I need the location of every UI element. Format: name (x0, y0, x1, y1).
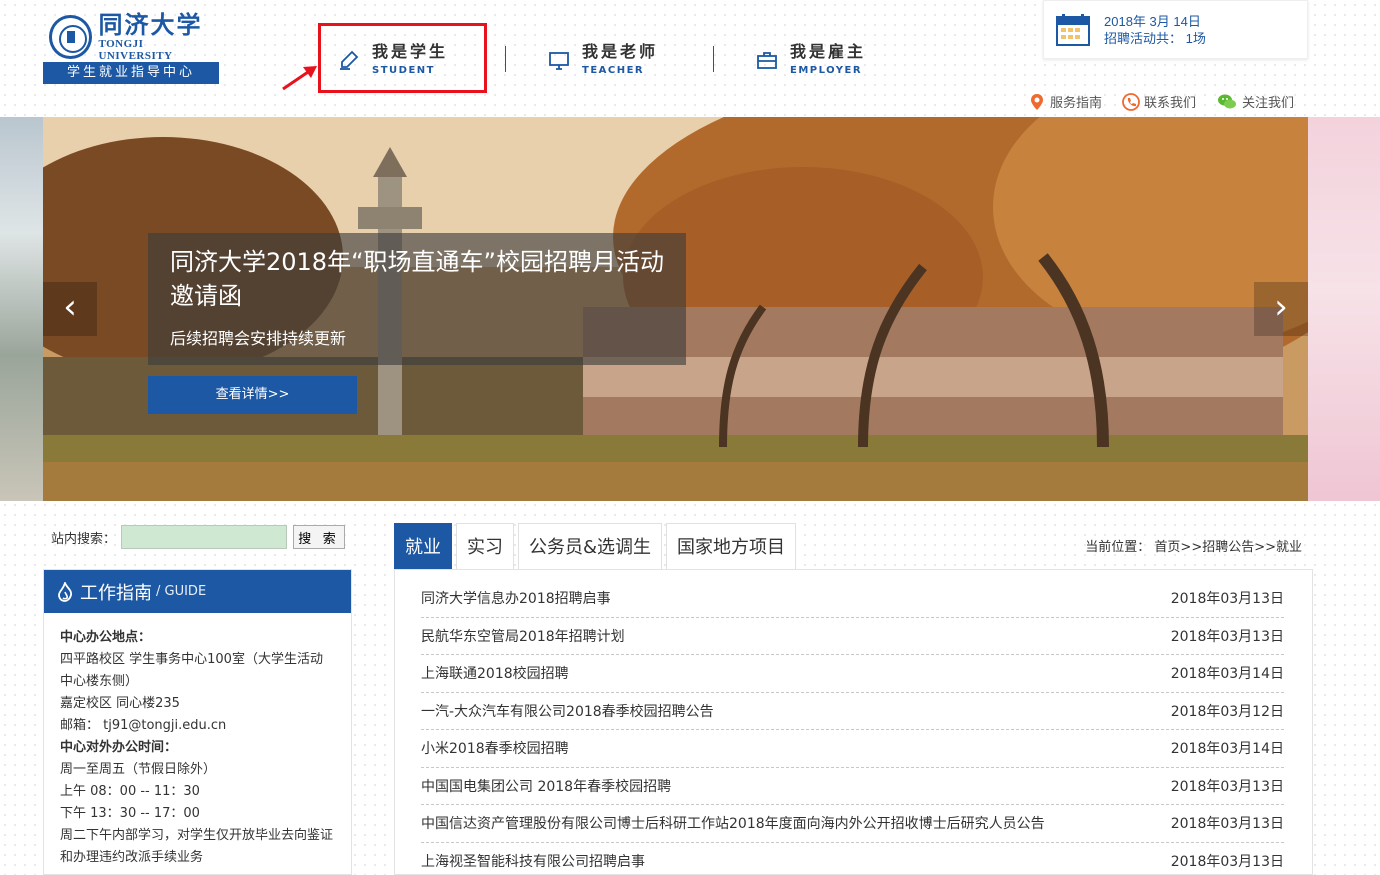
list-item-date: 2018年03月13日 (1170, 778, 1284, 795)
list-item[interactable]: 上海联通2018校园招聘 2018年03月14日 (421, 655, 1284, 693)
list-item[interactable]: 小米2018春季校园招聘 2018年03月14日 (421, 730, 1284, 768)
list-item-title[interactable]: 中国国电集团公司 2018年春季校园招聘 (421, 776, 671, 796)
list-item[interactable]: 中国国电集团公司 2018年春季校园招聘 2018年03月13日 (421, 768, 1284, 805)
list-item-date: 2018年03月12日 (1170, 703, 1284, 720)
tab-civil-service[interactable]: 公务员&选调生 (518, 523, 663, 570)
work-guide-panel: 工作指南 / GUIDE 中心办公地点： 四平路校区 学生事务中心100室（大学… (43, 569, 352, 875)
guide-line: 四平路校区 学生事务中心100室（大学生活动中心楼东侧） (60, 652, 323, 689)
logo-chinese-name: 同济大学 (98, 10, 203, 39)
site-search: 站内搜索： 搜 索 (43, 522, 352, 552)
follow-us-link[interactable]: 关注我们 (1216, 92, 1294, 111)
guide-title-en: / GUIDE (156, 584, 207, 599)
hero-banner: 同济大学2018年“职场直通车”校园招聘月活动邀请函 后续招聘会安排持续更新 查… (43, 117, 1308, 501)
logo-english-name: TONGJI UNIVERSITY (98, 38, 173, 62)
list-item-date: 2018年03月13日 (1170, 591, 1284, 608)
tab-national-projects[interactable]: 国家地方项目 (666, 523, 797, 570)
guide-line: 中心对外办公时间： (60, 740, 178, 755)
nav-employer-en: EMPLOYER (790, 65, 863, 76)
logo-subtitle: 学生就业指导中心 (43, 62, 219, 84)
university-seal-icon (49, 15, 93, 59)
banner-subtitle: 后续招聘会安排持续更新 (170, 329, 347, 348)
nav-teacher[interactable]: 我是老师 TEACHER (548, 40, 658, 80)
guide-line: 邮箱： tj91@tongji.edu.cn (60, 718, 227, 733)
list-item-title[interactable]: 民航华东空管局2018年招聘计划 (421, 626, 625, 646)
list-item-date: 2018年03月14日 (1170, 666, 1284, 683)
list-item-title[interactable]: 一汽-大众汽车有限公司2018春季校园招聘公告 (421, 701, 714, 721)
list-item-date: 2018年03月13日 (1170, 816, 1284, 833)
list-item-title[interactable]: 中国信达资产管理股份有限公司博士后科研工作站2018年度面向海内外公开招收博士后… (421, 813, 1045, 833)
calendar-icon (1056, 13, 1090, 46)
nav-divider (505, 46, 506, 72)
list-item-title[interactable]: 同济大学信息办2018招聘启事 (421, 588, 611, 608)
view-details-button[interactable]: 查看详情>> (148, 376, 357, 414)
list-item-title[interactable]: 小米2018春季校园招聘 (421, 738, 569, 758)
wechat-icon (1217, 94, 1236, 108)
flame-icon (58, 581, 73, 602)
list-item-date: 2018年03月13日 (1170, 628, 1284, 645)
list-item[interactable]: 一汽-大众汽车有限公司2018春季校园招聘公告 2018年03月12日 (421, 693, 1284, 730)
highlight-box (318, 23, 487, 93)
list-item[interactable]: 中国信达资产管理股份有限公司博士后科研工作站2018年度面向海内外公开招收博士后… (421, 805, 1284, 843)
banner-next-slide-peek (1308, 117, 1380, 501)
search-label: 站内搜索： (51, 531, 117, 547)
nav-teacher-label: 我是老师 (582, 42, 659, 61)
category-tabs: 就业 实习 公务员&选调生 国家地方项目 (394, 523, 800, 570)
location-pin-icon (1030, 93, 1043, 110)
guide-line: 嘉定校区 同心楼235 (60, 696, 180, 711)
banner-title[interactable]: 同济大学2018年“职场直通车”校园招聘月活动邀请函 (170, 245, 664, 313)
list-item-date: 2018年03月13日 (1170, 853, 1284, 870)
banner-next-arrow-icon[interactable]: › (1254, 282, 1308, 336)
activity-count: 招聘活动共： 1场 (1104, 30, 1206, 46)
guide-title: 工作指南 (80, 582, 152, 604)
contact-us-label: 联系我们 (1143, 96, 1196, 111)
breadcrumb: 当前位置： 首页>>招聘公告>>就业 (1085, 540, 1302, 555)
list-item[interactable]: 上海视圣智能科技有限公司招聘启事 2018年03月13日 (421, 843, 1284, 875)
list-item-title[interactable]: 上海视圣智能科技有限公司招聘启事 (421, 851, 645, 871)
site-logo[interactable]: 同济大学 TONGJI UNIVERSITY 学生就业指导中心 (43, 10, 219, 84)
guide-line: 周一至周五（节假日除外） (60, 762, 217, 777)
list-item[interactable]: 同济大学信息办2018招聘启事 2018年03月13日 (421, 580, 1284, 618)
guide-line: 下午 13：30 -- 17：00 (60, 806, 200, 821)
briefcase-icon (757, 52, 777, 69)
annotation-arrow-icon (282, 66, 317, 91)
current-date: 2018年 3月 14日 (1104, 13, 1201, 29)
service-links: 服务指南 联系我们 关注我们 (1008, 92, 1294, 111)
phone-icon (1122, 92, 1140, 111)
search-button[interactable]: 搜 索 (293, 525, 345, 549)
contact-us-link[interactable]: 联系我们 (1122, 92, 1196, 111)
date-card: 2018年 3月 14日 招聘活动共： 1场 (1043, 0, 1308, 59)
guide-line: 中心办公地点： (60, 630, 152, 645)
banner-caption: 同济大学2018年“职场直通车”校园招聘月活动邀请函 后续招聘会安排持续更新 (148, 233, 686, 365)
banner-prev-arrow-icon[interactable]: ‹ (43, 282, 97, 336)
list-item-title[interactable]: 上海联通2018校园招聘 (421, 663, 569, 683)
nav-teacher-en: TEACHER (582, 65, 645, 76)
announcement-list: 同济大学信息办2018招聘启事 2018年03月13日 民航华东空管局2018年招… (394, 569, 1313, 875)
service-guide-link[interactable]: 服务指南 (1028, 92, 1102, 111)
list-item[interactable]: 民航华东空管局2018年招聘计划 2018年03月13日 (421, 618, 1284, 655)
guide-body: 中心办公地点： 四平路校区 学生事务中心100室（大学生活动中心楼东侧） 嘉定校… (44, 613, 351, 875)
nav-employer-label: 我是雇主 (790, 42, 867, 61)
guide-line: 周二下午内部学习，对学生仅开放毕业去向鉴证和办理违约改派手续业务 (60, 828, 334, 865)
list-item-date: 2018年03月14日 (1170, 741, 1284, 758)
guide-line: 上午 08：00 -- 11：30 (60, 784, 200, 799)
tab-internship[interactable]: 实习 (456, 523, 514, 570)
guide-header: 工作指南 / GUIDE (44, 570, 351, 613)
monitor-icon (549, 52, 569, 70)
service-guide-label: 服务指南 (1049, 96, 1102, 111)
banner-prev-slide-peek (0, 117, 43, 501)
follow-us-label: 关注我们 (1241, 96, 1294, 111)
search-input[interactable] (121, 525, 287, 549)
tab-employment[interactable]: 就业 (394, 523, 452, 570)
nav-employer[interactable]: 我是雇主 EMPLOYER (756, 40, 866, 80)
nav-divider (713, 46, 714, 72)
